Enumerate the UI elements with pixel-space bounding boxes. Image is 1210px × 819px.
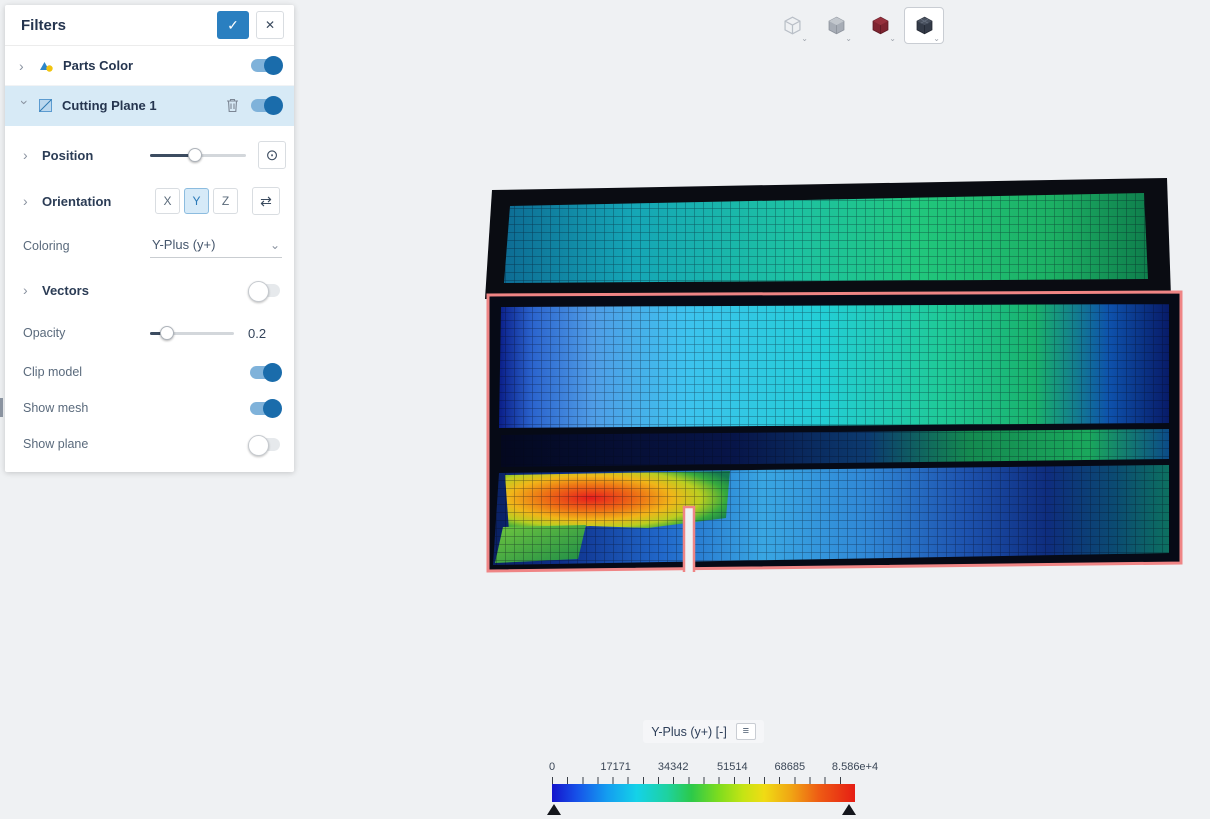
orientation-label: Orientation xyxy=(42,194,111,209)
chevron-down-icon: ⌄ xyxy=(889,35,896,43)
clip-model-toggle[interactable] xyxy=(250,366,280,379)
mesh-notch xyxy=(684,507,694,572)
check-icon: ✓ xyxy=(227,17,239,33)
chevron-right-icon[interactable]: › xyxy=(23,283,35,297)
coloring-dropdown[interactable]: Y-Plus (y+) ⌄ xyxy=(150,234,282,258)
legend-title: Y-Plus (y+) [-] xyxy=(651,725,727,739)
view-mode-mesh-button[interactable]: ⌄ xyxy=(904,7,944,44)
trash-icon xyxy=(226,98,239,113)
view-mode-solid-color-button[interactable]: ⌄ xyxy=(860,7,900,44)
legend-title-pill: Y-Plus (y+) [-] ≡ xyxy=(643,720,764,743)
panel-title: Filters xyxy=(21,17,217,34)
view-mode-wireframe-button[interactable]: ⌄ xyxy=(772,7,812,44)
opacity-label: Opacity xyxy=(23,326,65,340)
filter-row-parts-color[interactable]: › Parts Color xyxy=(5,46,294,86)
orientation-row: › Orientation X Y Z ⇄ xyxy=(5,178,294,224)
cube-solid-gray-icon xyxy=(826,15,847,36)
show-plane-toggle[interactable] xyxy=(250,438,280,451)
delete-cutting-plane-button[interactable] xyxy=(226,98,239,113)
cube-outline-icon xyxy=(782,15,803,36)
axis-x-button[interactable]: X xyxy=(155,188,180,214)
chevron-down-icon: ⌄ xyxy=(270,238,280,252)
show-mesh-row: Show mesh xyxy=(5,390,294,426)
parts-color-icon xyxy=(38,59,54,73)
position-label: Position xyxy=(42,148,93,163)
parts-color-label: Parts Color xyxy=(63,58,251,73)
coloring-label: Coloring xyxy=(23,239,70,253)
chevron-down-icon: ⌄ xyxy=(801,35,808,43)
color-legend: Y-Plus (y+) [-] ≡ 0 17171 34342 51514 68… xyxy=(552,720,855,802)
view-mode-surface-button[interactable]: ⌄ xyxy=(816,7,856,44)
show-plane-label: Show plane xyxy=(23,437,88,451)
coloring-row: Coloring Y-Plus (y+) ⌄ xyxy=(5,224,294,268)
apply-filters-button[interactable]: ✓ xyxy=(217,11,249,39)
chevron-right-icon[interactable]: › xyxy=(23,194,35,208)
chevron-right-icon[interactable]: › xyxy=(19,59,31,73)
cutting-plane-icon xyxy=(38,98,53,113)
position-row: › Position ⊙ xyxy=(5,132,294,178)
tick-label: 17171 xyxy=(600,761,631,773)
menu-icon: ≡ xyxy=(743,725,749,737)
chevron-right-icon[interactable]: › xyxy=(23,148,35,162)
vectors-row: › Vectors xyxy=(5,268,294,312)
cube-solid-dark-icon xyxy=(914,15,935,36)
axis-z-button[interactable]: Z xyxy=(213,188,238,214)
cutting-plane-toggle[interactable] xyxy=(251,99,281,112)
filters-panel: Filters ✓ ✕ › Parts Color › Cutting Plan… xyxy=(5,5,294,472)
show-mesh-label: Show mesh xyxy=(23,401,88,415)
swap-arrows-icon: ⇄ xyxy=(260,193,272,210)
position-slider-knob[interactable] xyxy=(188,148,202,162)
tick-label: 0 xyxy=(549,761,555,773)
position-center-button[interactable]: ⊙ xyxy=(258,141,286,169)
legend-color-bar[interactable] xyxy=(552,784,855,802)
legend-tick-marks xyxy=(552,777,855,784)
legend-scale: 0 17171 34342 51514 68685 8.586e+4 xyxy=(552,761,855,802)
panel-resize-handle[interactable] xyxy=(0,398,3,417)
filters-panel-header: Filters ✓ ✕ xyxy=(5,5,294,46)
opacity-row: Opacity 0.2 xyxy=(5,312,294,354)
show-mesh-toggle[interactable] xyxy=(250,402,280,415)
view-mode-toolbar: ⌄ ⌄ ⌄ ⌄ xyxy=(772,7,944,44)
chevron-down-icon: ⌄ xyxy=(845,35,852,43)
cutting-plane-label: Cutting Plane 1 xyxy=(62,98,226,113)
coloring-value: Y-Plus (y+) xyxy=(152,237,270,252)
chevron-down-icon: ⌄ xyxy=(933,35,940,43)
opacity-slider[interactable] xyxy=(150,326,234,340)
legend-tick-labels: 0 17171 34342 51514 68685 8.586e+4 xyxy=(552,761,855,775)
legend-max-marker[interactable] xyxy=(842,804,856,815)
viewport-3d[interactable] xyxy=(478,176,1184,576)
close-icon: ✕ xyxy=(265,18,275,32)
parts-color-toggle[interactable] xyxy=(251,59,281,72)
opacity-slider-knob[interactable] xyxy=(160,326,174,340)
clip-model-label: Clip model xyxy=(23,365,82,379)
axis-y-button[interactable]: Y xyxy=(184,188,209,214)
flip-orientation-button[interactable]: ⇄ xyxy=(252,187,280,215)
clip-model-row: Clip model xyxy=(5,354,294,390)
tick-label: 51514 xyxy=(717,761,748,773)
tick-label: 8.586e+4 xyxy=(832,761,878,773)
chevron-down-icon[interactable]: › xyxy=(18,100,32,112)
legend-min-marker[interactable] xyxy=(547,804,561,815)
center-target-icon: ⊙ xyxy=(266,146,279,164)
vectors-label: Vectors xyxy=(42,283,89,298)
vectors-toggle[interactable] xyxy=(250,284,280,297)
close-panel-button[interactable]: ✕ xyxy=(256,11,284,39)
filter-row-cutting-plane[interactable]: › Cutting Plane 1 xyxy=(5,86,294,126)
show-plane-row: Show plane xyxy=(5,426,294,462)
position-slider[interactable] xyxy=(150,148,246,162)
cutting-plane-controls: › Position ⊙ › Orientation X Y Z xyxy=(5,126,294,472)
legend-menu-button[interactable]: ≡ xyxy=(736,723,756,740)
mesh-render xyxy=(478,176,1184,576)
opacity-value: 0.2 xyxy=(248,326,280,341)
tick-label: 34342 xyxy=(658,761,689,773)
cube-solid-maroon-icon xyxy=(870,15,891,36)
tick-label: 68685 xyxy=(775,761,806,773)
